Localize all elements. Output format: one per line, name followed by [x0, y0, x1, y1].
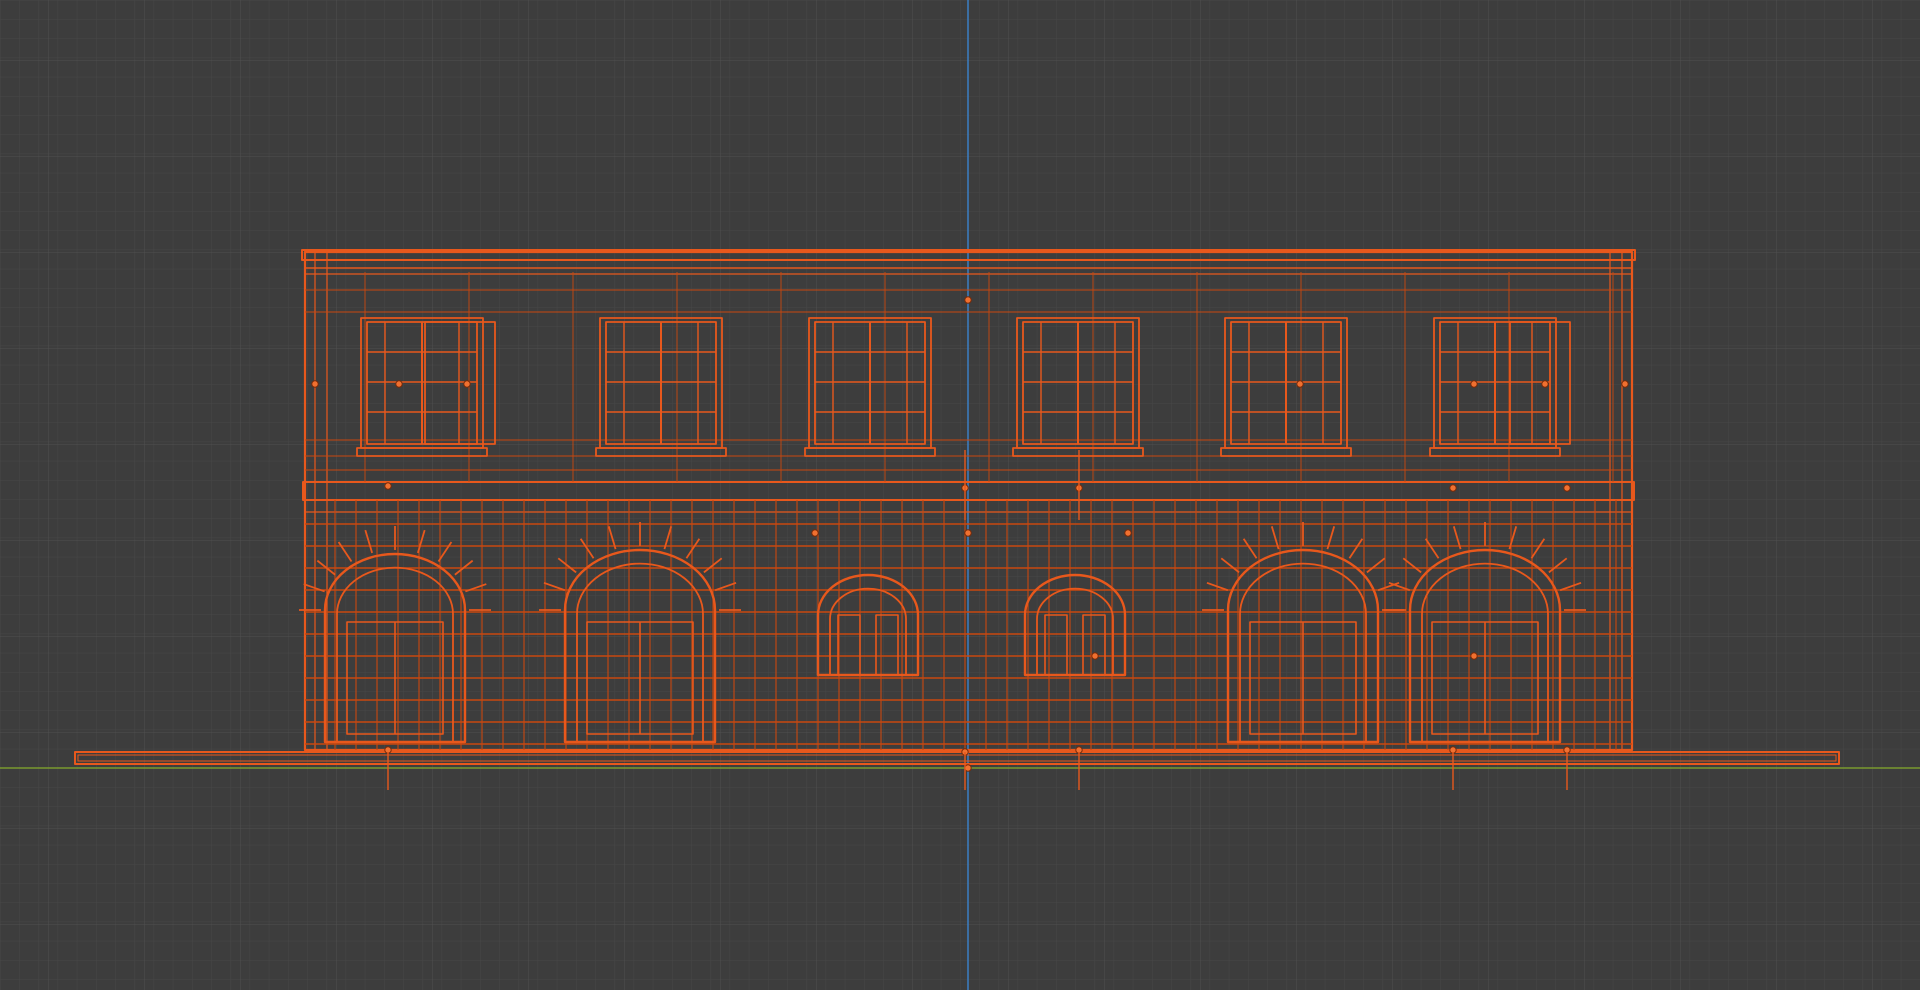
object-origin-dot: [964, 764, 972, 772]
object-origin-dot: [1296, 380, 1304, 388]
object-origin-dot: [1541, 380, 1549, 388]
object-origin-dot: [463, 380, 471, 388]
object-origin-dot: [395, 380, 403, 388]
object-origin-dot: [811, 529, 819, 537]
object-origin-dot: [964, 296, 972, 304]
object-origin-dot: [1449, 484, 1457, 492]
object-origin-dot: [384, 482, 392, 490]
object-origin-dot: [1621, 380, 1629, 388]
object-origin-dot: [1091, 652, 1099, 660]
3d-viewport[interactable]: [0, 0, 1920, 990]
object-origin-dot: [1124, 529, 1132, 537]
object-origin-dot: [964, 529, 972, 537]
object-origin-dot: [311, 380, 319, 388]
object-origin-dot: [1470, 380, 1478, 388]
object-origin-dot: [1470, 652, 1478, 660]
object-origin-dot: [1563, 484, 1571, 492]
